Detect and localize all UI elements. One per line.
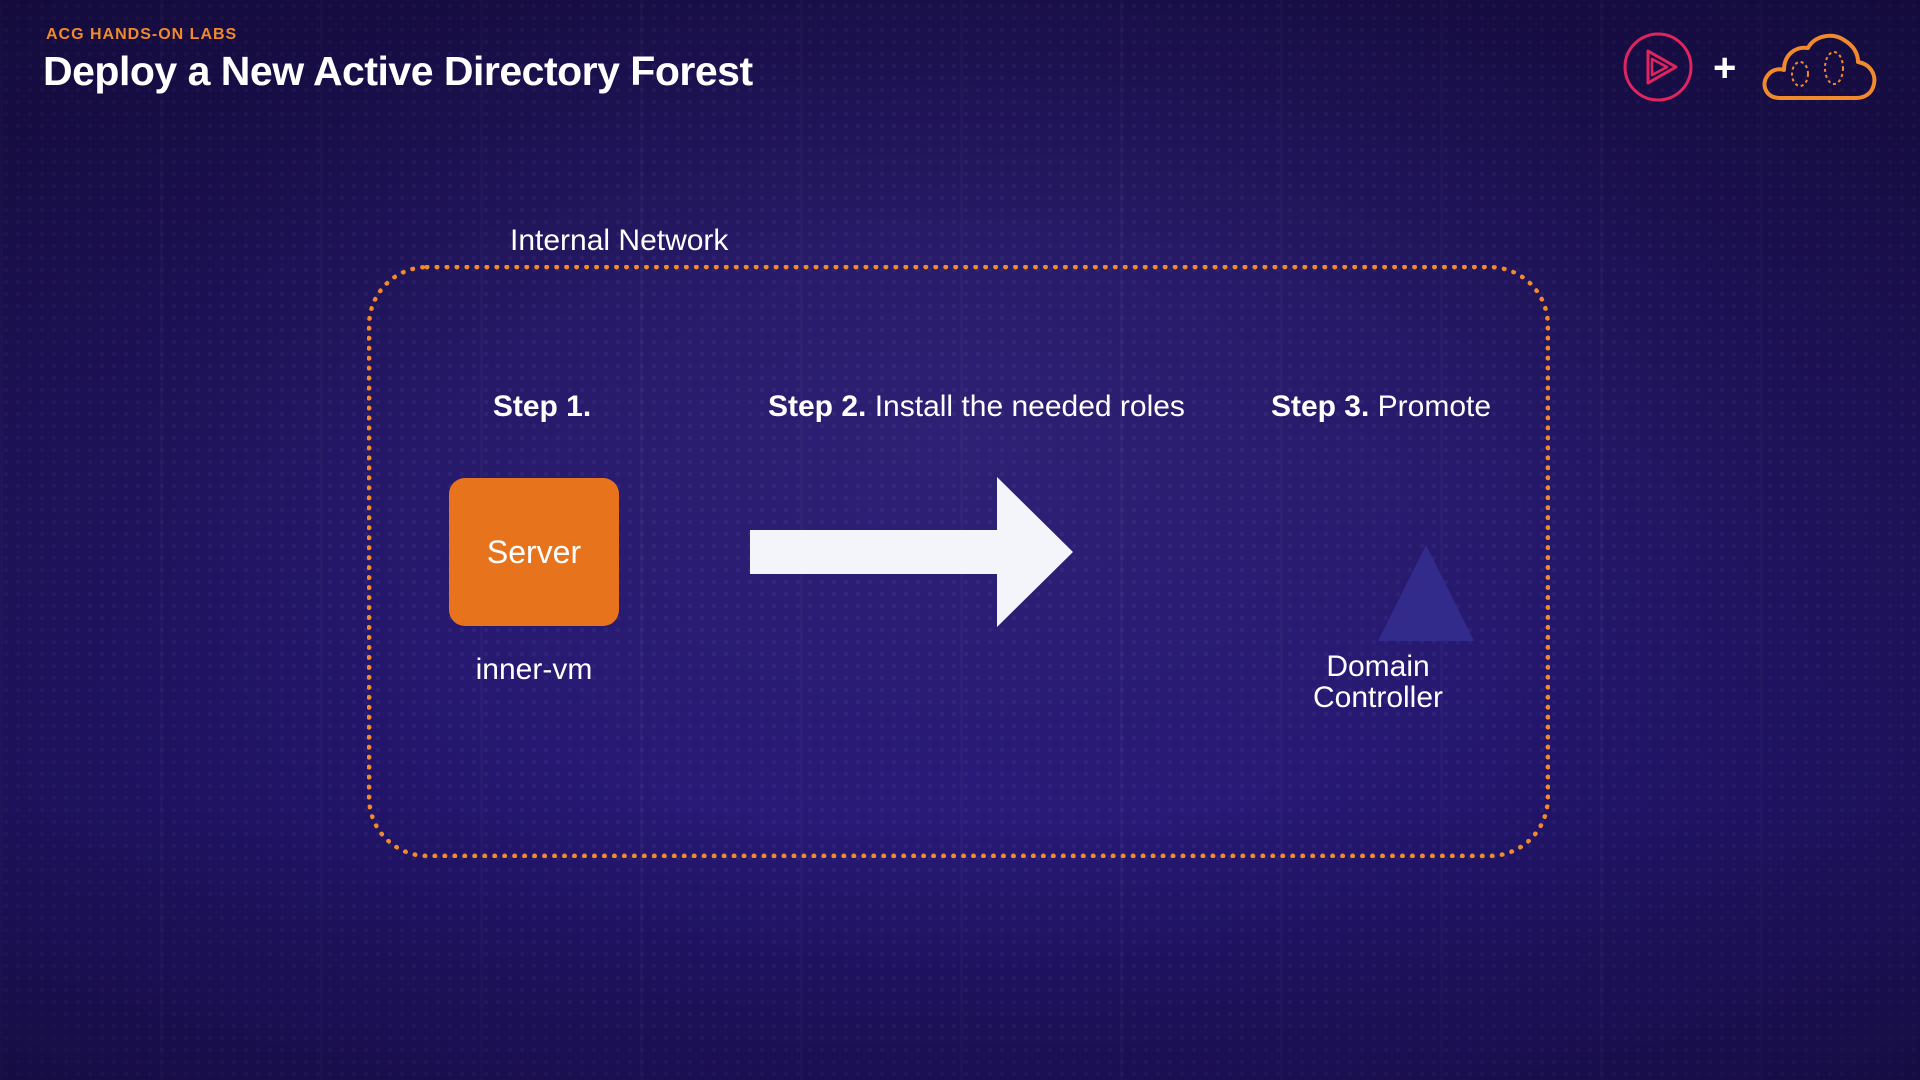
step-1-number: Step 1. <box>492 390 592 423</box>
domain-controller-triangle-icon <box>1378 545 1474 641</box>
server-caption: inner-vm <box>475 653 593 686</box>
step-3-text: Promote <box>1377 390 1492 423</box>
server-label: Server <box>486 533 582 570</box>
step-2-number: Step 2. <box>768 390 867 423</box>
pluralsight-play-icon <box>1623 32 1693 102</box>
step-2-heading: Step 2. Install the needed roles <box>768 390 1185 423</box>
acloudguru-cloud-icon <box>1762 33 1877 100</box>
right-arrow-icon <box>750 477 1073 627</box>
step-2-text: Install the needed roles <box>874 390 1185 423</box>
step-1-heading: Step 1. <box>442 391 642 422</box>
plus-icon: + <box>1713 46 1737 90</box>
page-title: Deploy a New Active Directory Forest <box>43 48 753 94</box>
server-node: Server <box>449 478 619 626</box>
header-kicker: ACG HANDS-ON LABS <box>46 26 238 43</box>
domain-controller-caption: Domain Controller <box>1312 650 1444 714</box>
step-3-number: Step 3. <box>1270 390 1370 423</box>
step-3-heading: Step 3. Promote <box>1246 391 1516 422</box>
internal-network-label: Internal Network <box>510 224 729 257</box>
